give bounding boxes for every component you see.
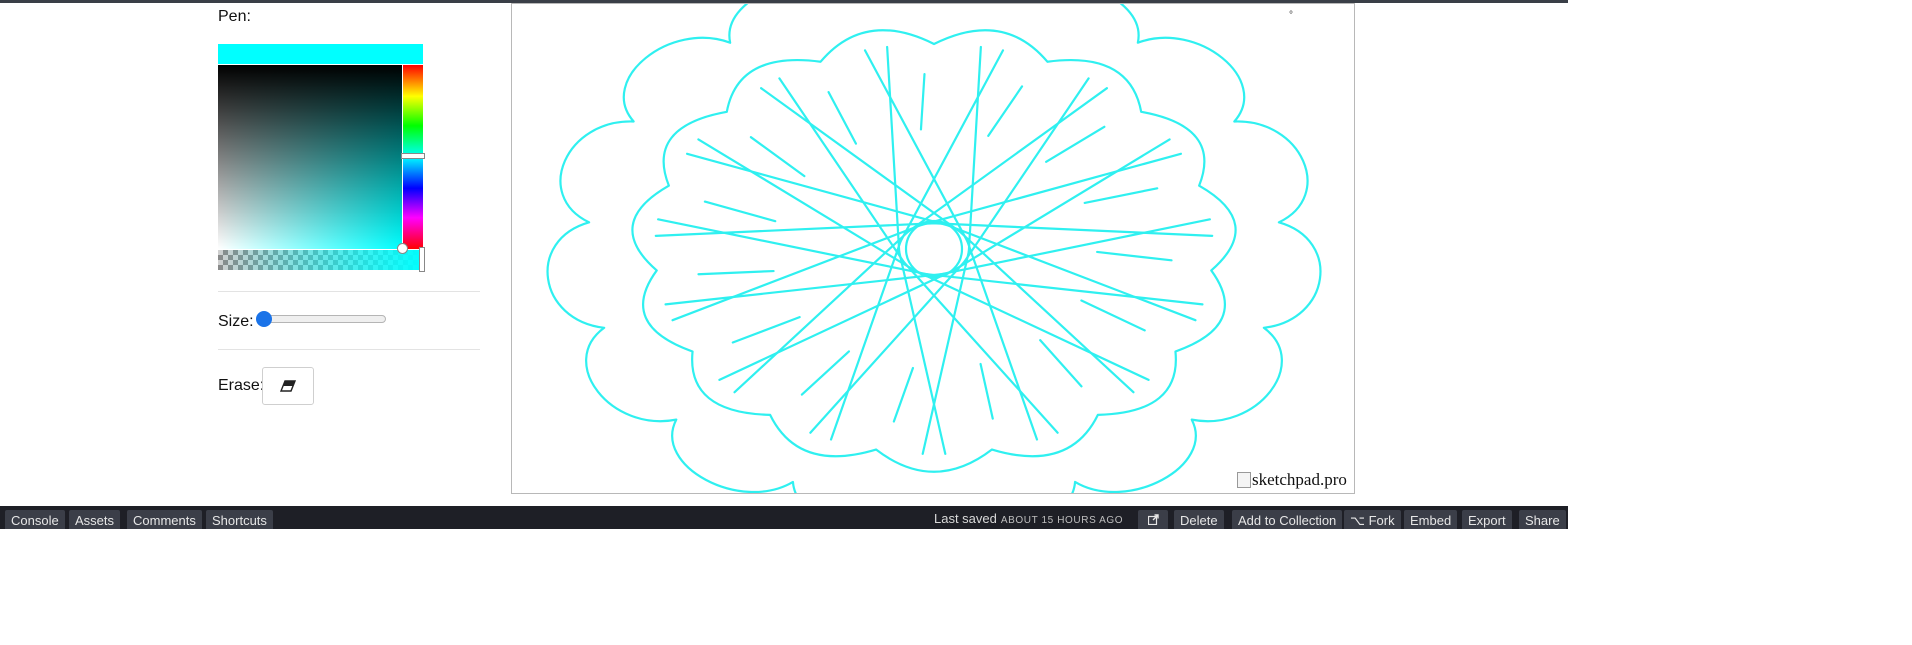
external-link-icon xyxy=(1147,514,1159,525)
logo-alt-text: sketchpad.pro xyxy=(1252,470,1347,489)
spoke-line xyxy=(897,248,947,455)
divider xyxy=(218,291,480,292)
spoke-line xyxy=(733,228,912,394)
spoke-line xyxy=(967,45,982,256)
last-saved-status: Last saved ABOUT 15 HOURS AGO xyxy=(934,511,1123,526)
fork-icon: ⌥ xyxy=(1350,513,1365,528)
spoke-line xyxy=(671,223,924,322)
feather-stroke xyxy=(703,200,777,223)
feather-stroke xyxy=(827,91,858,145)
petal-outline xyxy=(546,4,1322,493)
last-saved-label: Last saved xyxy=(934,511,997,526)
spoke-line xyxy=(936,218,1211,276)
color-handle[interactable] xyxy=(397,243,408,254)
spirograph-drawing xyxy=(546,4,1322,493)
spoke-line xyxy=(961,77,1090,266)
feather-stroke xyxy=(697,269,775,276)
spoke-line xyxy=(829,237,903,441)
feather-stroke xyxy=(749,136,806,178)
spoke-line xyxy=(944,223,1197,322)
spoke-line xyxy=(863,49,970,245)
spoke-line xyxy=(965,237,1039,441)
fork-button[interactable]: ⌥ Fork xyxy=(1344,510,1401,529)
spoke-line xyxy=(956,228,1135,394)
console-tab[interactable]: Console xyxy=(5,510,65,529)
spoke-line xyxy=(760,87,964,235)
feather-stroke xyxy=(1080,299,1146,332)
spoke-line xyxy=(950,138,1171,273)
saturation-value-area[interactable] xyxy=(218,65,402,249)
add-to-collection-button[interactable]: Add to Collection xyxy=(1232,510,1343,529)
spoke-line xyxy=(915,152,1183,228)
divider xyxy=(218,349,480,350)
share-button[interactable]: Share xyxy=(1519,510,1566,529)
spoke-line xyxy=(921,248,971,455)
color-picker[interactable] xyxy=(218,44,425,272)
spoke-line xyxy=(922,272,1204,306)
assets-tab[interactable]: Assets xyxy=(69,510,121,529)
open-external-button[interactable] xyxy=(1138,510,1168,529)
spoke-line xyxy=(886,45,901,256)
feather-stroke xyxy=(1096,250,1173,262)
size-slider-thumb[interactable] xyxy=(256,311,272,327)
spoke-line xyxy=(685,152,953,228)
hue-handle[interactable] xyxy=(401,153,425,159)
embed-button[interactable]: Embed xyxy=(1404,510,1458,529)
feather-stroke xyxy=(800,350,851,396)
center-ring xyxy=(904,219,964,279)
size-slider[interactable] xyxy=(260,315,386,323)
feather-stroke xyxy=(979,362,994,420)
color-preview xyxy=(218,44,423,64)
pen-label: Pen: xyxy=(218,8,251,25)
feather-stroke xyxy=(919,73,926,131)
feather-stroke xyxy=(1083,187,1159,205)
eraser-button[interactable] xyxy=(262,367,314,405)
feather-stroke xyxy=(987,85,1024,137)
erase-label: Erase: xyxy=(218,377,265,394)
spoke-line xyxy=(697,138,918,273)
comments-tab[interactable]: Comments xyxy=(127,510,202,529)
broken-image-icon xyxy=(1237,472,1251,488)
feather-stroke xyxy=(1039,339,1083,388)
fork-label: Fork xyxy=(1368,513,1395,528)
drawing-canvas[interactable] xyxy=(511,3,1355,494)
size-label: Size: xyxy=(218,313,254,330)
shortcuts-tab[interactable]: Shortcuts xyxy=(206,510,273,529)
spoke-line xyxy=(898,49,1005,245)
alpha-handle[interactable] xyxy=(419,247,425,272)
feather-stroke xyxy=(1045,125,1106,163)
feather-stroke xyxy=(731,316,801,344)
delete-button[interactable]: Delete xyxy=(1174,510,1224,529)
spoke-line xyxy=(664,272,946,306)
export-button[interactable]: Export xyxy=(1462,510,1512,529)
sketchpad-logo-image[interactable]: sketchpad.pro xyxy=(1237,470,1347,490)
canvas-dot: ° xyxy=(1289,10,1293,21)
alpha-gradient xyxy=(218,250,423,270)
eraser-icon xyxy=(279,380,297,392)
spoke-line xyxy=(657,218,932,276)
feather-stroke xyxy=(892,366,915,423)
last-saved-time: ABOUT 15 HOURS AGO xyxy=(1000,515,1124,526)
